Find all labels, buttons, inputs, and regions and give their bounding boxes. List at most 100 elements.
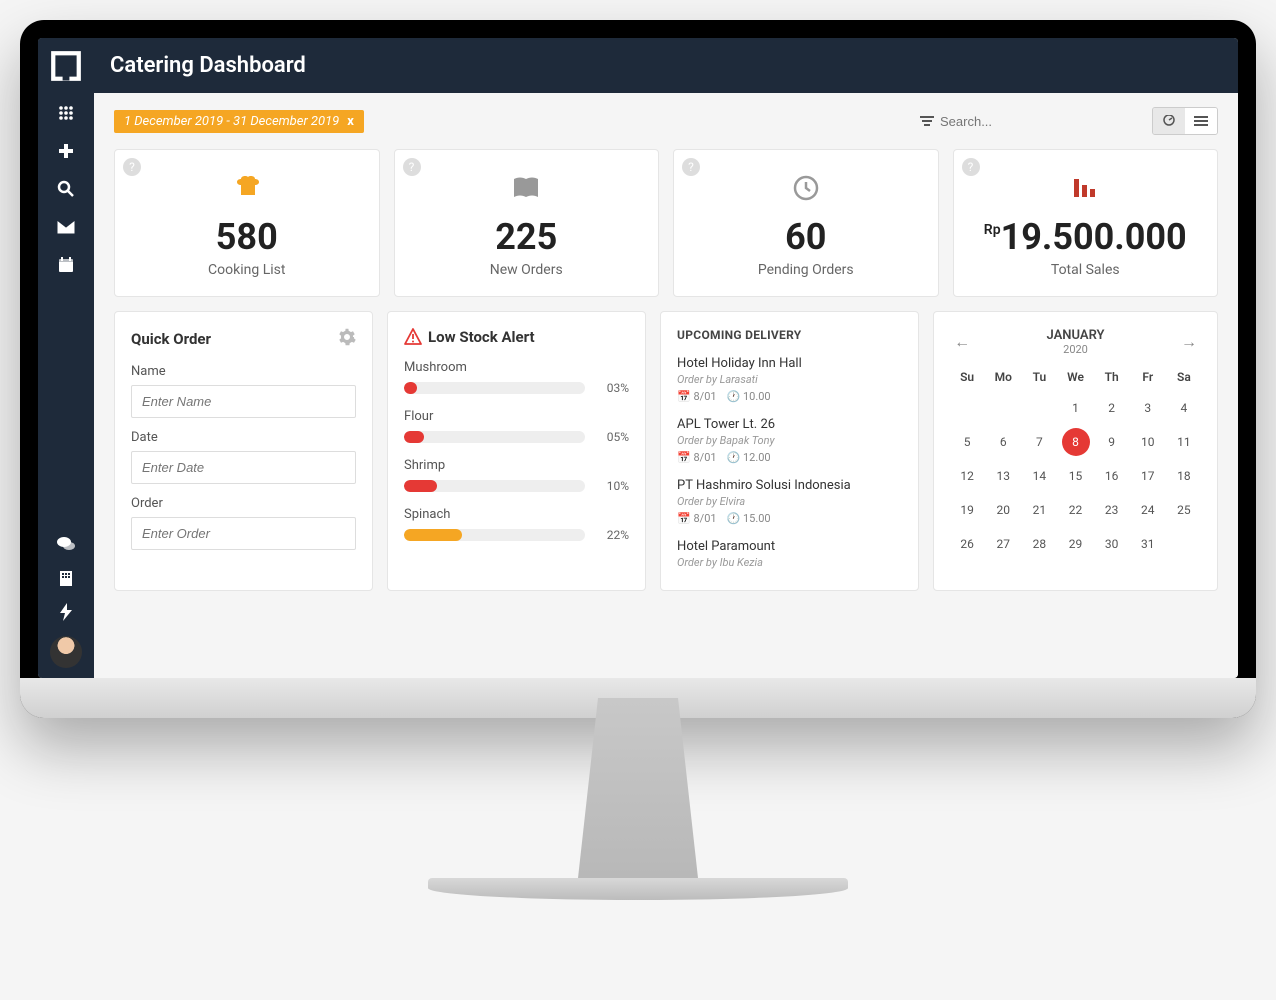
building-icon[interactable] bbox=[56, 568, 76, 588]
search-input[interactable] bbox=[940, 114, 1120, 129]
calendar-day-8[interactable]: 8 bbox=[1062, 428, 1090, 456]
search-icon[interactable] bbox=[56, 179, 76, 199]
calendar-day-5[interactable]: 5 bbox=[953, 428, 981, 456]
stat-label: Cooking List bbox=[129, 262, 365, 278]
bolt-icon[interactable] bbox=[56, 602, 76, 622]
calendar-icon[interactable] bbox=[56, 255, 76, 275]
book-icon bbox=[506, 168, 546, 208]
calendar-day-2[interactable]: 2 bbox=[1098, 394, 1126, 422]
delivery-by: Order by Ibu Kezia bbox=[677, 556, 902, 569]
calendar-day-25[interactable]: 25 bbox=[1170, 496, 1198, 524]
calendar-day-14[interactable]: 14 bbox=[1025, 462, 1053, 490]
calendar-next[interactable]: → bbox=[1177, 328, 1201, 356]
stat-card-3[interactable]: ? Rp19.500.000 Total Sales bbox=[953, 149, 1219, 297]
calendar-day-4[interactable]: 4 bbox=[1170, 394, 1198, 422]
quick-order-title: Quick Order bbox=[131, 330, 211, 348]
stock-name: Mushroom bbox=[404, 360, 629, 375]
calendar-day-22[interactable]: 22 bbox=[1062, 496, 1090, 524]
field-label-1: Date bbox=[131, 430, 356, 445]
stock-name: Shrimp bbox=[404, 458, 629, 473]
gear-icon[interactable] bbox=[338, 328, 356, 350]
stock-pct: 10% bbox=[595, 479, 629, 493]
delivery-item-2[interactable]: PT Hashmiro Solusi Indonesia Order by El… bbox=[677, 478, 902, 525]
user-avatar[interactable] bbox=[50, 636, 82, 668]
calendar-day-3[interactable]: 3 bbox=[1134, 394, 1162, 422]
chat-icon[interactable] bbox=[56, 534, 76, 554]
stat-card-1[interactable]: ? 225 New Orders bbox=[394, 149, 660, 297]
stat-card-0[interactable]: ? 580 Cooking List bbox=[114, 149, 380, 297]
calendar-prev[interactable]: ← bbox=[950, 328, 974, 356]
calendar-day-16[interactable]: 16 bbox=[1098, 462, 1126, 490]
list-view-button[interactable] bbox=[1185, 108, 1217, 134]
calendar-day-17[interactable]: 17 bbox=[1134, 462, 1162, 490]
stock-bar bbox=[404, 431, 585, 443]
stock-item-1: Flour 05% bbox=[404, 409, 629, 444]
stock-pct: 05% bbox=[595, 430, 629, 444]
sidebar bbox=[38, 93, 94, 678]
calendar-day-24[interactable]: 24 bbox=[1134, 496, 1162, 524]
calendar-day-11[interactable]: 11 bbox=[1170, 428, 1198, 456]
date-range-text: 1 December 2019 - 31 December 2019 bbox=[124, 114, 339, 129]
calendar-day-6[interactable]: 6 bbox=[989, 428, 1017, 456]
field-input-0[interactable] bbox=[131, 385, 356, 418]
alert-icon bbox=[404, 328, 422, 346]
calendar-day-27[interactable]: 27 bbox=[989, 530, 1017, 558]
app-logo[interactable] bbox=[38, 38, 94, 93]
upcoming-delivery-panel: UPCOMING DELIVERY Hotel Holiday Inn Hall… bbox=[660, 311, 919, 591]
calendar-title: JANUARY 2020 bbox=[1047, 328, 1105, 356]
calendar-day-30[interactable]: 30 bbox=[1098, 530, 1126, 558]
calendar-dow: Su bbox=[950, 366, 984, 388]
stat-label: Total Sales bbox=[968, 262, 1204, 278]
help-icon[interactable]: ? bbox=[962, 158, 980, 176]
stock-bar bbox=[404, 529, 585, 541]
view-toggle bbox=[1152, 107, 1218, 135]
calendar-dow: Mo bbox=[986, 366, 1020, 388]
stat-value: 580 bbox=[129, 216, 365, 258]
calendar-day-10[interactable]: 10 bbox=[1134, 428, 1162, 456]
field-input-2[interactable] bbox=[131, 517, 356, 550]
delivery-item-3[interactable]: Hotel Paramount Order by Ibu Kezia bbox=[677, 539, 902, 569]
delivery-item-0[interactable]: Hotel Holiday Inn Hall Order by Larasati… bbox=[677, 356, 902, 403]
date-range-close[interactable]: x bbox=[347, 114, 354, 129]
stat-value: Rp19.500.000 bbox=[968, 216, 1204, 258]
calendar-day-28[interactable]: 28 bbox=[1025, 530, 1053, 558]
help-icon[interactable]: ? bbox=[403, 158, 421, 176]
plus-icon[interactable] bbox=[56, 141, 76, 161]
field-input-1[interactable] bbox=[131, 451, 356, 484]
stock-item-3: Spinach 22% bbox=[404, 507, 629, 542]
calendar-day-21[interactable]: 21 bbox=[1025, 496, 1053, 524]
calendar-dow: Th bbox=[1095, 366, 1129, 388]
calendar-day-29[interactable]: 29 bbox=[1062, 530, 1090, 558]
calendar-dow: Tu bbox=[1022, 366, 1056, 388]
calendar-day-26[interactable]: 26 bbox=[953, 530, 981, 558]
calendar-day-19[interactable]: 19 bbox=[953, 496, 981, 524]
calendar-day-23[interactable]: 23 bbox=[1098, 496, 1126, 524]
app-header: Catering Dashboard bbox=[38, 38, 1238, 93]
stock-pct: 22% bbox=[595, 528, 629, 542]
stock-item-2: Shrimp 10% bbox=[404, 458, 629, 493]
calendar-day-20[interactable]: 20 bbox=[989, 496, 1017, 524]
calendar-day-12[interactable]: 12 bbox=[953, 462, 981, 490]
delivery-item-1[interactable]: APL Tower Lt. 26 Order by Bapak Tony 📅 8… bbox=[677, 417, 902, 464]
calendar-day-31[interactable]: 31 bbox=[1134, 530, 1162, 558]
calendar-panel: ← JANUARY 2020 → SuMoTuWeThFrSa123456789… bbox=[933, 311, 1218, 591]
calendar-day-18[interactable]: 18 bbox=[1170, 462, 1198, 490]
help-icon[interactable]: ? bbox=[123, 158, 141, 176]
search-field[interactable] bbox=[920, 114, 1120, 129]
field-label-0: Name bbox=[131, 364, 356, 379]
calendar-day-7[interactable]: 7 bbox=[1025, 428, 1053, 456]
chef-hat-icon bbox=[227, 168, 267, 208]
calendar-day-9[interactable]: 9 bbox=[1098, 428, 1126, 456]
calendar-day-15[interactable]: 15 bbox=[1062, 462, 1090, 490]
dashboard-view-button[interactable] bbox=[1153, 108, 1185, 134]
stat-card-2[interactable]: ? 60 Pending Orders bbox=[673, 149, 939, 297]
calendar-day-13[interactable]: 13 bbox=[989, 462, 1017, 490]
apps-icon[interactable] bbox=[56, 103, 76, 123]
date-range-badge[interactable]: 1 December 2019 - 31 December 2019 x bbox=[114, 110, 364, 133]
stat-label: New Orders bbox=[409, 262, 645, 278]
delivery-title: UPCOMING DELIVERY bbox=[677, 328, 902, 342]
delivery-meta: 📅 8/01🕐 10.00 bbox=[677, 390, 902, 403]
calendar-day-1[interactable]: 1 bbox=[1062, 394, 1090, 422]
help-icon[interactable]: ? bbox=[682, 158, 700, 176]
mail-icon[interactable] bbox=[56, 217, 76, 237]
